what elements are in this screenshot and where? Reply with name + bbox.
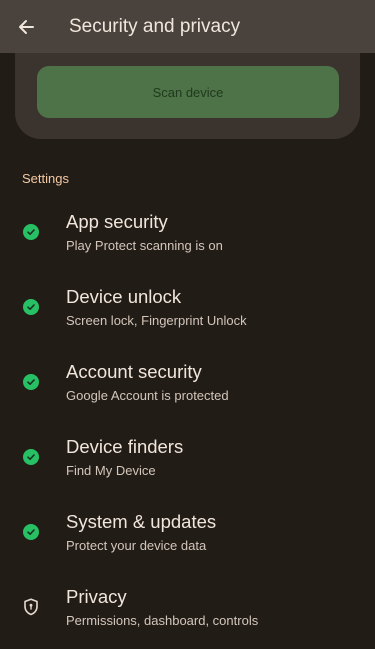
- setting-item-subtitle: Screen lock, Fingerprint Unlock: [66, 313, 247, 328]
- setting-item-device-finders[interactable]: Device finders Find My Device: [0, 424, 375, 499]
- setting-item-title: Account security: [66, 361, 202, 382]
- settings-section-label: Settings: [22, 171, 69, 186]
- setting-item-subtitle: Find My Device: [66, 463, 156, 478]
- setting-item-title: System & updates: [66, 511, 217, 532]
- setting-item-title: Privacy: [66, 586, 127, 607]
- setting-item-privacy[interactable]: Privacy Permissions, dashboard, controls: [0, 574, 375, 649]
- page-title: Security and privacy: [69, 15, 241, 37]
- back-button[interactable]: [0, 0, 52, 53]
- top-app-bar: Security and privacy: [0, 0, 375, 53]
- setting-item-subtitle: Play Protect scanning is on: [66, 238, 223, 253]
- check-circle-icon: [23, 224, 39, 240]
- setting-item-device-unlock[interactable]: Device unlock Screen lock, Fingerprint U…: [0, 274, 375, 349]
- setting-item-system-updates[interactable]: System & updates Protect your device dat…: [0, 499, 375, 574]
- setting-item-subtitle: Protect your device data: [66, 538, 207, 553]
- setting-item-title: App security: [66, 211, 168, 232]
- check-circle-icon: [23, 449, 39, 465]
- setting-item-app-security[interactable]: App security Play Protect scanning is on: [0, 199, 375, 274]
- setting-item-subtitle: Permissions, dashboard, controls: [66, 613, 259, 628]
- setting-item-account-security[interactable]: Account security Google Account is prote…: [0, 349, 375, 424]
- privacy-shield-icon: [24, 598, 38, 616]
- back-arrow-icon: [19, 19, 34, 34]
- setting-item-subtitle: Google Account is protected: [66, 388, 229, 403]
- scan-card: Scan device: [15, 53, 360, 139]
- check-circle-icon: [23, 299, 39, 315]
- check-circle-icon: [23, 374, 39, 390]
- setting-item-title: Device finders: [66, 436, 184, 457]
- check-circle-icon: [23, 524, 39, 540]
- setting-item-title: Device unlock: [66, 286, 182, 307]
- scan-device-button[interactable]: Scan device: [37, 66, 339, 118]
